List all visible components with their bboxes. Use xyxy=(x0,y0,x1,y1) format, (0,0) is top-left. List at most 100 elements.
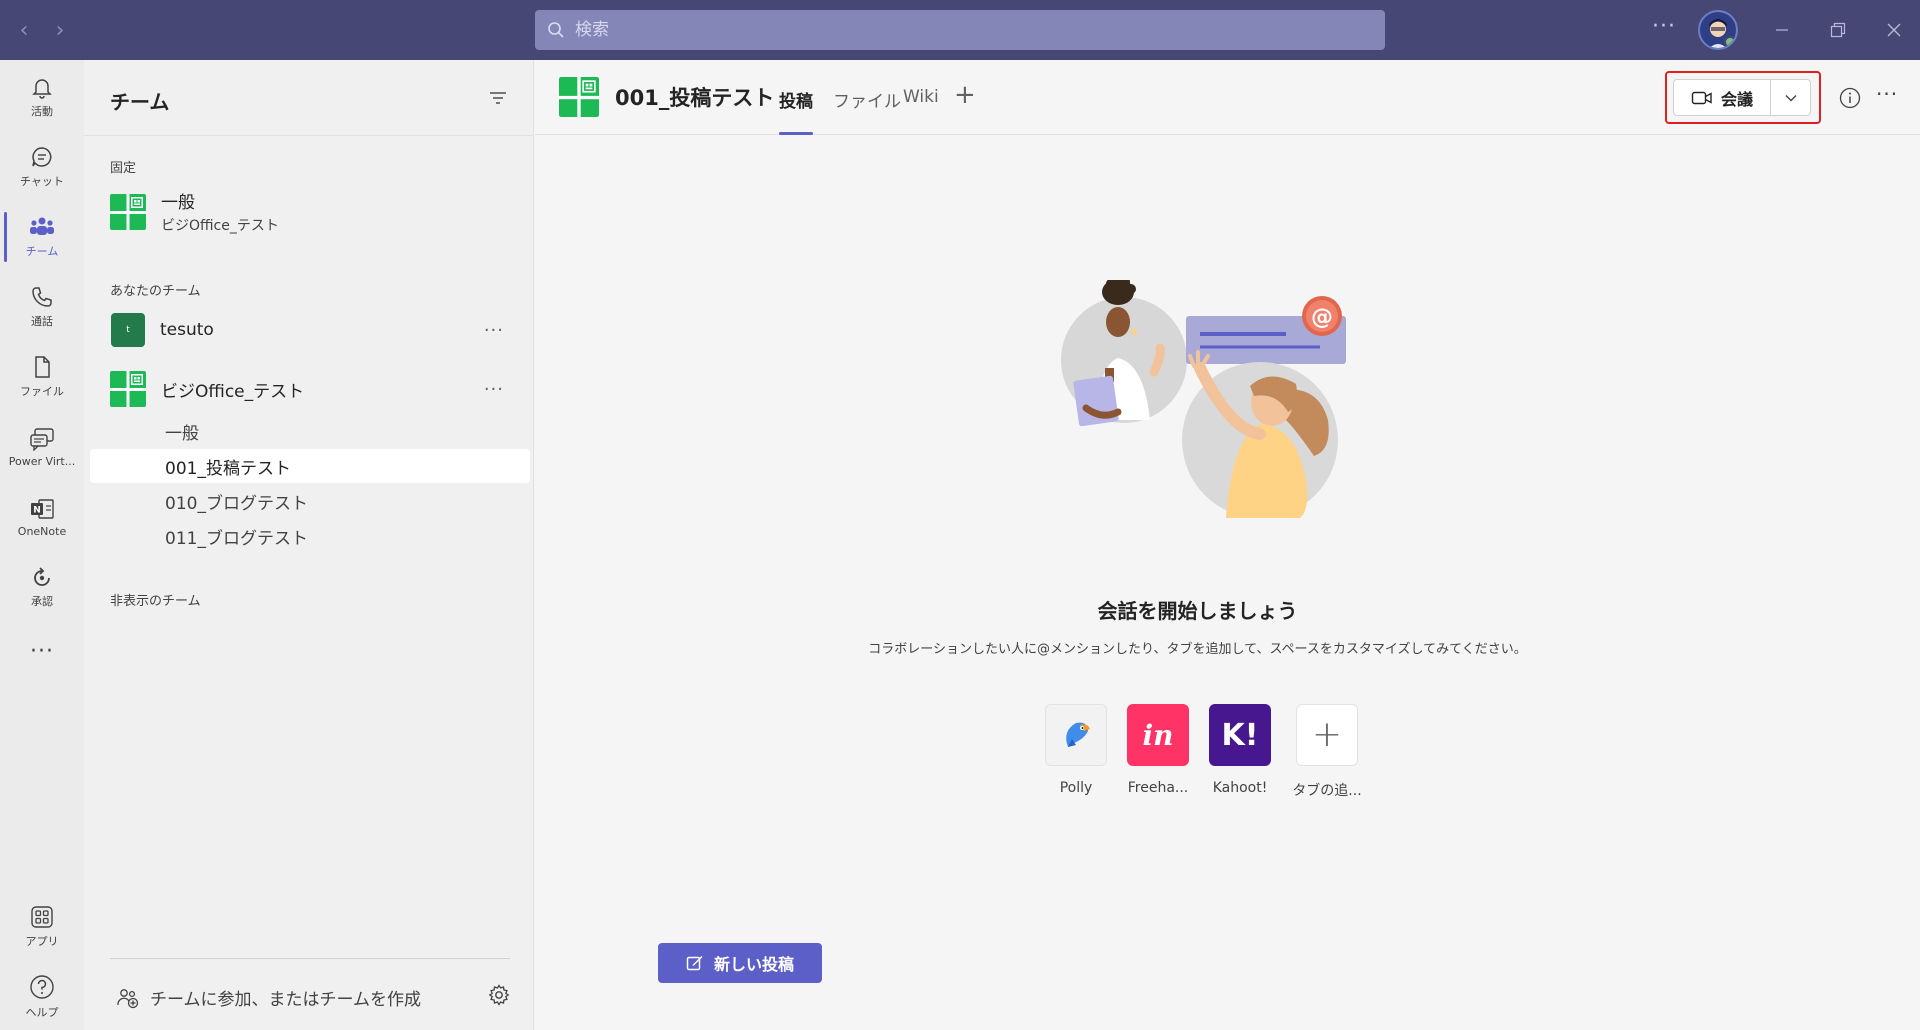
chevron-down-icon xyxy=(1785,94,1796,101)
polly-icon xyxy=(1045,704,1107,766)
pinned-channel-general[interactable]: 一般 ビジOffice_テスト xyxy=(90,188,530,235)
plus-glyph: + xyxy=(1311,714,1343,755)
kahoot-glyph: K! xyxy=(1221,717,1259,753)
rail-help[interactable]: ヘルプ xyxy=(0,966,84,1028)
channel-label: 010_ブログテスト xyxy=(165,493,308,514)
more-options-icon[interactable]: ··· xyxy=(1652,14,1676,39)
rail-label: 活動 xyxy=(31,105,53,118)
tab-files[interactable]: ファイル xyxy=(833,87,901,112)
power-virtual-agents-icon xyxy=(30,427,54,451)
apps-grid-icon xyxy=(31,906,53,928)
app-tile-polly[interactable]: Polly xyxy=(1045,704,1107,796)
team-more-icon[interactable]: ··· xyxy=(484,379,504,400)
app-label: タブの追... xyxy=(1292,783,1362,799)
gear-icon[interactable] xyxy=(488,984,510,1006)
phone-icon xyxy=(32,287,52,307)
plus-icon: + xyxy=(1296,704,1358,766)
bell-icon xyxy=(32,79,52,99)
team-name: ビジOffice_テスト xyxy=(161,381,305,402)
compose-icon xyxy=(686,956,703,971)
meet-dropdown-button[interactable] xyxy=(1771,79,1811,116)
app-tile-freehand[interactable]: in Freeha... xyxy=(1127,704,1189,796)
rail-onenote[interactable]: N OneNote xyxy=(0,486,84,548)
teams-panel: チーム 固定 一般 ビジOffice_テスト あなたのチーム t tesuto … xyxy=(84,60,534,1030)
empty-state-title: 会話を開始しましょう xyxy=(1097,599,1298,623)
file-icon xyxy=(35,356,50,378)
filter-icon[interactable] xyxy=(488,88,508,108)
rail-activity[interactable]: 活動 xyxy=(0,66,84,128)
search-input[interactable] xyxy=(575,20,1335,40)
team-avatar: t xyxy=(111,313,145,347)
add-tab-button[interactable]: + xyxy=(954,82,976,108)
rail-apps[interactable]: アプリ xyxy=(0,896,84,958)
chat-icon xyxy=(32,147,52,167)
rail-calls[interactable]: 通話 xyxy=(0,276,84,338)
freehand-glyph: in xyxy=(1142,718,1174,752)
rail-power-virtual-agents[interactable]: Power Virt... xyxy=(0,416,84,478)
tab-posts[interactable]: 投稿 xyxy=(779,87,813,112)
meet-button[interactable]: 会議 xyxy=(1673,79,1771,116)
team-logo-icon xyxy=(110,371,146,407)
hidden-teams-label[interactable]: 非表示のチーム xyxy=(110,590,201,609)
rail-approvals[interactable]: 承認 xyxy=(0,556,84,618)
tab-wiki[interactable]: Wiki xyxy=(903,87,939,107)
teams-icon xyxy=(30,217,54,235)
new-post-button[interactable]: 新しい投稿 xyxy=(658,943,822,983)
new-post-label: 新しい投稿 xyxy=(713,955,794,974)
channel-001-post-test[interactable]: 001_投稿テスト xyxy=(90,449,530,483)
empty-state-description: コラボレーションしたい人に@メンションしたり、タブを追加して、スペースをカスタマ… xyxy=(868,642,1527,657)
help-icon xyxy=(30,975,54,999)
channel-name: 一般 xyxy=(161,193,195,213)
rail-label: 通話 xyxy=(31,315,53,328)
team-bizioffice-test[interactable]: ビジOffice_テスト ··· xyxy=(90,371,530,407)
channel-label: 一般 xyxy=(165,423,199,444)
rail-label: チーム xyxy=(25,245,59,258)
more-apps-icon[interactable]: ··· xyxy=(0,620,84,682)
approvals-icon xyxy=(34,567,50,586)
rail-label: アプリ xyxy=(25,935,59,948)
active-tab-indicator xyxy=(779,132,813,135)
panel-title: チーム xyxy=(110,90,170,114)
meet-label: 会議 xyxy=(1720,89,1753,109)
rail-files[interactable]: ファイル xyxy=(0,346,84,408)
join-or-create-team-button[interactable]: チームに参加、またはチームを作成 xyxy=(116,985,421,1010)
channel-general[interactable]: 一般 xyxy=(90,414,530,448)
close-icon[interactable] xyxy=(1878,14,1910,46)
rail-label: 承認 xyxy=(31,595,53,608)
divider xyxy=(84,135,534,136)
team-initial: t xyxy=(126,325,130,335)
more-options-icon[interactable]: ··· xyxy=(1876,82,1898,106)
app-label: Freeha... xyxy=(1127,780,1189,796)
rail-label: Power Virt... xyxy=(8,454,76,468)
team-more-icon[interactable]: ··· xyxy=(484,320,504,341)
presence-indicator xyxy=(1724,36,1736,48)
channel-header: 001_投稿テスト 投稿 ファイル Wiki + 会議 ··· xyxy=(535,60,1920,135)
svg-text:@: @ xyxy=(1311,305,1333,330)
restore-icon[interactable] xyxy=(1822,14,1854,46)
add-team-icon xyxy=(117,988,139,1008)
channel-label: 011_ブログテスト xyxy=(165,528,308,549)
minimize-icon[interactable] xyxy=(1766,14,1798,46)
rail-chat[interactable]: チャット xyxy=(0,136,84,198)
info-icon[interactable] xyxy=(1839,87,1861,109)
add-tab-tile[interactable]: + タブの追... xyxy=(1292,704,1362,799)
channel-010-blog-test[interactable]: 010_ブログテスト xyxy=(90,484,530,518)
avatar[interactable] xyxy=(1698,10,1738,50)
team-tesuto[interactable]: t tesuto ··· xyxy=(90,312,530,348)
rail-teams[interactable]: チーム xyxy=(0,206,84,268)
rail-label: OneNote xyxy=(17,524,67,538)
video-camera-icon xyxy=(1691,91,1712,104)
team-logo-icon xyxy=(559,77,599,117)
conversation-illustration: @ xyxy=(1061,280,1346,518)
back-arrow-icon[interactable]: ‹ xyxy=(10,16,38,44)
search-box[interactable] xyxy=(535,10,1385,50)
divider xyxy=(110,958,510,959)
svg-text:N: N xyxy=(33,505,41,515)
forward-arrow-icon[interactable]: › xyxy=(46,16,74,44)
app-tile-kahoot[interactable]: K! Kahoot! xyxy=(1209,704,1271,796)
rail-label: ヘルプ xyxy=(25,1006,59,1019)
join-label: チームに参加、またはチームを作成 xyxy=(150,990,421,1010)
channel-011-blog-test[interactable]: 011_ブログテスト xyxy=(90,519,530,553)
channel-label: 001_投稿テスト xyxy=(165,458,291,479)
freehand-icon: in xyxy=(1127,704,1189,766)
